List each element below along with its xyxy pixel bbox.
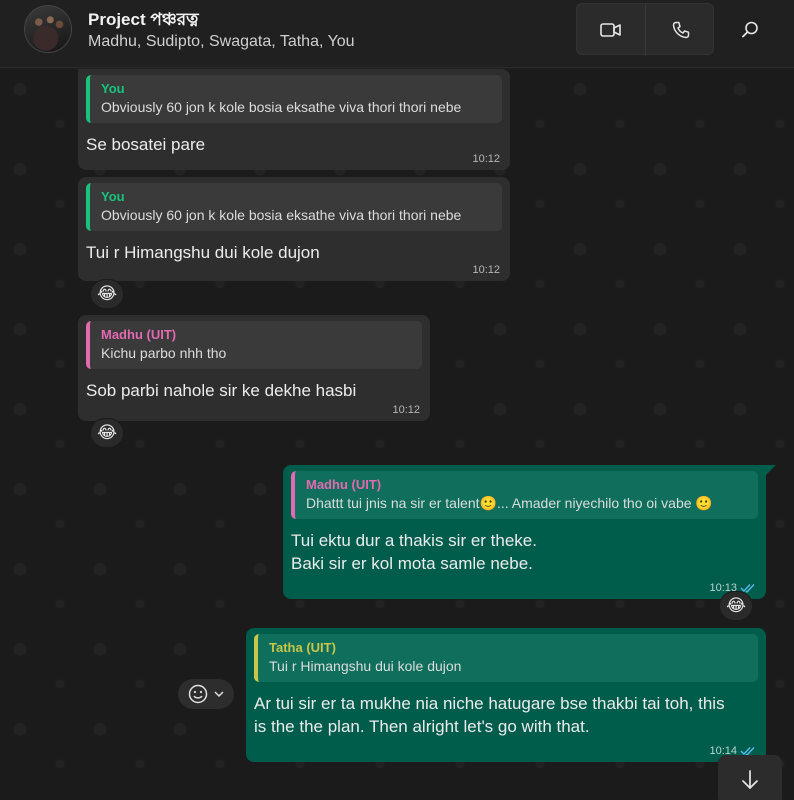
message-time: 10:12 — [472, 153, 500, 165]
message-text: Tui r Himangshu dui kole dujon — [86, 243, 320, 262]
message-time: 10:12 — [472, 264, 500, 276]
laughing-emoji-icon: 😂 — [97, 284, 117, 303]
smiley-icon — [188, 684, 208, 704]
message-list[interactable]: You Obviously 60 jon k kole bosia eksath… — [0, 69, 794, 800]
laughing-emoji-icon: 😂 — [97, 423, 117, 442]
quoted-message[interactable]: You Obviously 60 jon k kole bosia eksath… — [86, 183, 502, 231]
quote-author: You — [101, 81, 125, 96]
chat-participants[interactable]: Madhu, Sudipto, Swagata, Tatha, You — [88, 33, 355, 51]
scroll-to-bottom-button[interactable] — [718, 755, 782, 800]
quoted-message[interactable]: Madhu (UIT) Dhattt tui jnis na sir er ta… — [291, 471, 758, 519]
quoted-message[interactable]: Madhu (UIT) Kichu parbo nhh tho — [86, 321, 422, 369]
message-bubble-outgoing[interactable]: Madhu (UIT) Dhattt tui jnis na sir er ta… — [283, 465, 766, 599]
message-bubble[interactable]: You Obviously 60 jon k kole bosia eksath… — [78, 177, 510, 281]
quote-author: Madhu (UIT) — [101, 327, 177, 342]
message-bubble-outgoing[interactable]: Tatha (UIT) Tui r Himangshu dui kole duj… — [246, 628, 766, 762]
quote-author: Madhu (UIT) — [306, 477, 382, 492]
chat-header: Project পঞ্চরত্ন Madhu, Sudipto, Swagata… — [0, 0, 794, 68]
quote-text: Obviously 60 jon k kole bosia eksathe vi… — [101, 99, 462, 115]
message-text: Tui ektu dur a thakis sir er theke. Baki… — [291, 531, 537, 573]
quote-text: Tui r Himangshu dui kole dujon — [269, 658, 462, 674]
message-text: Se bosatei pare — [86, 135, 206, 154]
quote-author: You — [101, 189, 125, 204]
video-call-button[interactable] — [577, 4, 646, 56]
search-button[interactable] — [728, 8, 772, 52]
quote-text: Obviously 60 jon k kole bosia eksathe vi… — [101, 207, 462, 223]
search-icon — [742, 21, 758, 38]
reaction-badge[interactable]: 😂 — [719, 591, 753, 621]
quote-text: Dhattt tui jnis na sir er talent🙂... Ama… — [306, 495, 713, 511]
message-text: Ar tui sir er ta mukhe nia niche hatugar… — [254, 694, 725, 736]
group-avatar[interactable] — [24, 5, 72, 53]
quoted-message[interactable]: Tatha (UIT) Tui r Himangshu dui kole duj… — [254, 634, 758, 682]
message-bubble[interactable]: You Obviously 60 jon k kole bosia eksath… — [78, 69, 510, 170]
voice-call-button[interactable] — [646, 4, 715, 56]
add-reaction-button[interactable] — [178, 679, 234, 709]
laughing-emoji-icon: 😂 — [726, 596, 746, 615]
quoted-message[interactable]: You Obviously 60 jon k kole bosia eksath… — [86, 75, 502, 123]
arrow-down-icon — [742, 770, 758, 789]
video-call-icon — [600, 23, 621, 37]
quote-text: Kichu parbo nhh tho — [101, 345, 227, 361]
message-bubble[interactable]: Madhu (UIT) Kichu parbo nhh tho Sob parb… — [78, 315, 430, 421]
reaction-badge[interactable]: 😂 — [90, 418, 124, 448]
quote-author: Tatha (UIT) — [269, 640, 336, 655]
message-text: Sob parbi nahole sir ke dekhe hasbi — [86, 381, 357, 400]
message-time: 10:12 — [392, 404, 420, 416]
chevron-down-icon — [214, 691, 224, 698]
reaction-badge[interactable]: 😂 — [90, 279, 124, 309]
call-button-group — [576, 3, 715, 56]
bubble-tail — [766, 465, 776, 475]
voice-call-icon — [672, 21, 689, 39]
chat-title[interactable]: Project পঞ্চরত্ন — [88, 7, 199, 35]
